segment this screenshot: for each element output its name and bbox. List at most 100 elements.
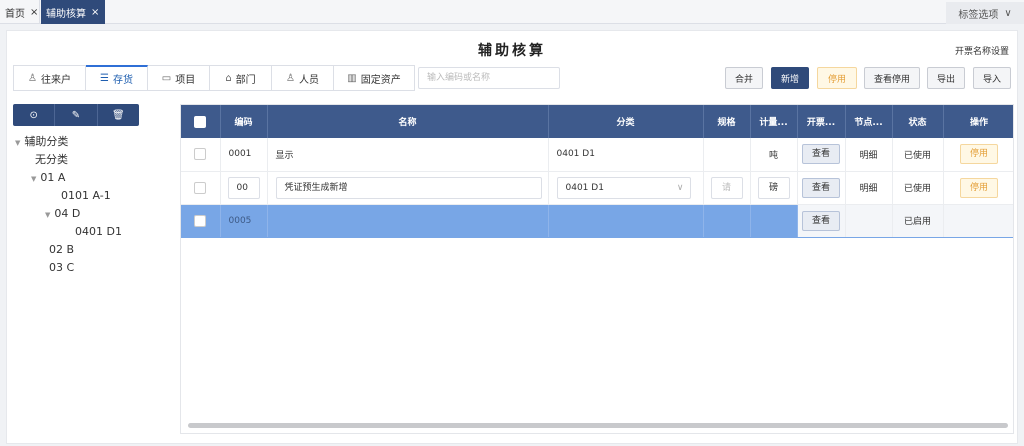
cell-action: [943, 204, 1013, 238]
chevron-down-icon: ∨: [676, 182, 684, 193]
tab-label: 项目: [175, 74, 196, 86]
department-icon: ⌂: [225, 72, 232, 84]
cell-spec: [703, 204, 751, 238]
cell-category: 0401 D1 ∨: [548, 171, 704, 205]
disable-row-button[interactable]: 停用: [960, 144, 998, 165]
row-checkbox[interactable]: [194, 214, 207, 227]
col-category[interactable]: 分类: [548, 105, 704, 138]
merge-button[interactable]: 合并: [725, 67, 763, 89]
col-unit[interactable]: 计量...: [750, 105, 798, 138]
tree-node-0401[interactable]: 0401 D1: [75, 224, 122, 240]
view-button[interactable]: 查看: [802, 144, 840, 165]
tree-node-01[interactable]: ▼ 01 A: [31, 170, 65, 186]
col-status[interactable]: 状态: [892, 105, 944, 138]
category-select[interactable]: 0401 D1 ∨: [556, 176, 691, 199]
tree-node-root[interactable]: ▼ 辅助分类: [15, 134, 68, 150]
tag-options-button[interactable]: 标签选项 ∨: [946, 2, 1024, 24]
cell-spec: [703, 138, 751, 172]
export-button[interactable]: 导出: [927, 67, 965, 89]
horizontal-scrollbar[interactable]: [188, 423, 1008, 428]
col-node[interactable]: 节点...: [845, 105, 893, 138]
asset-icon: ▥: [347, 72, 357, 84]
row-checkbox-cell: [181, 204, 221, 238]
tab-label: 存货: [112, 75, 133, 86]
tab-personnel[interactable]: ♙ 人员: [272, 66, 334, 90]
col-invoice[interactable]: 开票...: [797, 105, 846, 138]
cell-invoice: 查看: [797, 138, 846, 172]
view-button[interactable]: 查看: [802, 177, 840, 198]
tree-node-03[interactable]: 03 C: [49, 260, 74, 276]
unit-input[interactable]: 磅: [757, 176, 790, 199]
disable-row-button[interactable]: 停用: [960, 177, 998, 198]
close-icon[interactable]: ×: [30, 7, 38, 18]
col-name[interactable]: 名称: [267, 105, 549, 138]
code-input[interactable]: 00: [227, 176, 260, 199]
caret-down-icon: ▼: [45, 211, 51, 219]
col-code[interactable]: 编码: [220, 105, 268, 138]
cell-code: 00: [220, 171, 268, 205]
cell-action: 停用: [943, 171, 1013, 205]
data-table: 编码 名称 分类 规格 计量... 开票... 节点... 状态 操作 0001…: [180, 104, 1014, 434]
add-button[interactable]: 新增: [771, 67, 809, 89]
select-all-cell: [181, 105, 221, 138]
tab-label: 人员: [298, 74, 319, 86]
tree-node-02[interactable]: 02 B: [49, 242, 74, 258]
table-row-editing[interactable]: 00 凭证预生成新增 0401 D1 ∨ 请 磅 查看 明细 已使用 停用: [181, 171, 1013, 205]
cell-unit: 吨: [750, 138, 798, 172]
tree-node-label: 03 C: [49, 261, 75, 274]
add-category-icon[interactable]: ⊙: [13, 104, 56, 126]
spec-input[interactable]: 请: [710, 176, 743, 199]
select-all-checkbox[interactable]: [194, 115, 207, 128]
cell-status: 已使用: [892, 171, 944, 205]
cell-unit: [750, 204, 798, 238]
top-tab-bar: 首页 × 辅助核算 × 标签选项 ∨: [0, 0, 1024, 24]
caret-down-icon: ▼: [15, 139, 21, 147]
close-icon[interactable]: ×: [91, 7, 99, 18]
table-row-selected[interactable]: 0005 查看 已启用: [181, 204, 1013, 238]
cell-code: 0005: [220, 204, 268, 238]
tree-node-label: 04 D: [54, 207, 81, 220]
tab-inventory[interactable]: ☰ 存货: [86, 65, 148, 90]
inventory-icon: ☰: [100, 73, 109, 84]
cell-node: [845, 204, 893, 238]
view-button[interactable]: 查看: [802, 210, 840, 231]
search-input[interactable]: [418, 67, 560, 89]
table-header-row: 编码 名称 分类 规格 计量... 开票... 节点... 状态 操作: [181, 105, 1013, 138]
chevron-down-icon: ∨: [1004, 7, 1012, 19]
tab-label: 往来户: [40, 74, 71, 86]
tab-home-label: 首页: [5, 8, 25, 20]
view-disabled-button[interactable]: 查看停用: [864, 67, 920, 89]
tree-node-uncategorized[interactable]: 无分类: [35, 152, 68, 168]
cell-code: 0001: [220, 138, 268, 172]
tab-auxiliary-accounting[interactable]: 辅助核算 ×: [41, 0, 105, 24]
invoice-name-setting-link[interactable]: 开票名称设置: [955, 44, 1009, 57]
cell-spec: 请: [703, 171, 751, 205]
tree-node-label: 辅助分类: [24, 135, 69, 148]
col-action[interactable]: 操作: [943, 105, 1013, 138]
disable-button[interactable]: 停用: [817, 67, 857, 89]
tab-departments[interactable]: ⌂ 部门: [210, 66, 272, 90]
import-button[interactable]: 导入: [973, 67, 1011, 89]
cell-category: [548, 204, 704, 238]
row-checkbox[interactable]: [194, 181, 207, 194]
tree-node-label: 无分类: [35, 153, 68, 166]
delete-icon[interactable]: 🗑: [98, 104, 139, 126]
tree-node-0101[interactable]: 0101 A-1: [61, 188, 111, 204]
tab-label: 固定资产: [360, 74, 401, 86]
edit-icon[interactable]: ✎: [55, 104, 98, 126]
tab-projects[interactable]: ▭ 项目: [148, 66, 210, 90]
cell-unit: 磅: [750, 171, 798, 205]
tab-customers[interactable]: ♙ 往来户: [14, 66, 86, 90]
name-input[interactable]: 凭证预生成新增: [275, 176, 542, 199]
tab-fixed-assets[interactable]: ▥ 固定资产: [334, 66, 414, 90]
cell-invoice: 查看: [797, 171, 846, 205]
cell-name: 显示: [267, 138, 549, 172]
table-row[interactable]: 0001 显示 0401 D1 吨 查看 明细 已使用 停用: [181, 138, 1013, 172]
row-checkbox[interactable]: [194, 148, 207, 161]
col-spec[interactable]: 规格: [703, 105, 751, 138]
tree-node-04[interactable]: ▼ 04 D: [45, 206, 80, 222]
person-icon: ♙: [28, 72, 37, 84]
tab-home[interactable]: 首页 ×: [0, 0, 40, 24]
tree-node-label: 01 A: [40, 171, 66, 184]
cell-status: 已启用: [892, 204, 944, 238]
